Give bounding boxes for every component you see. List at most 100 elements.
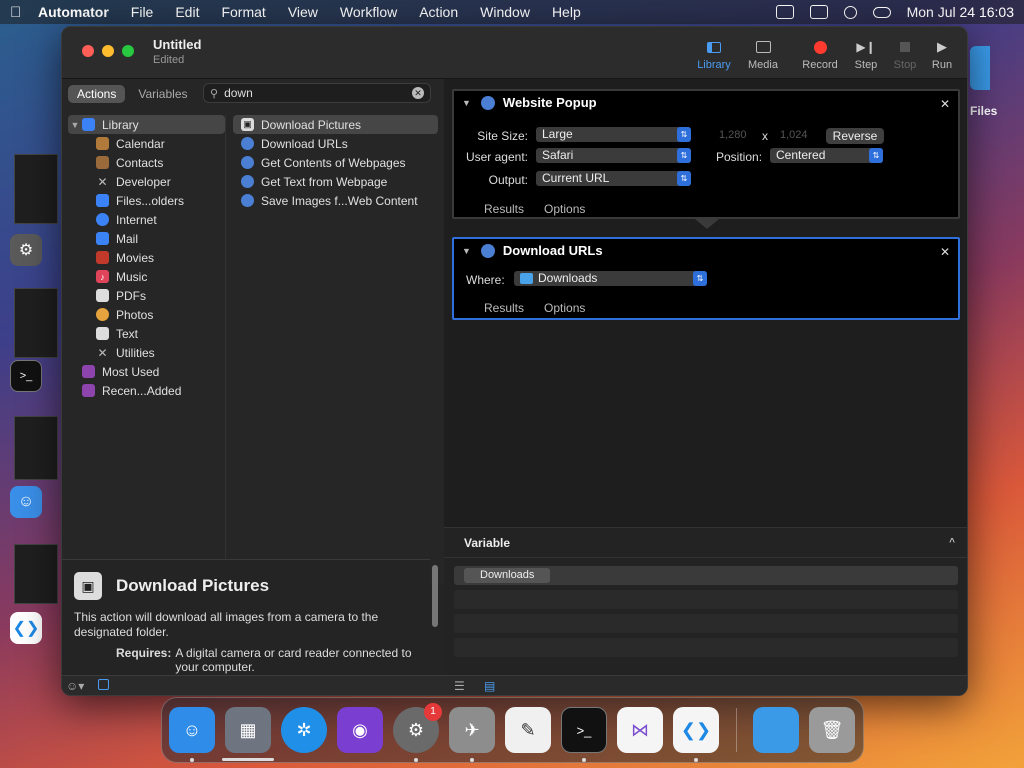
terminal-dock-icon[interactable]: >_ <box>561 707 607 753</box>
collapse-chevron-icon[interactable]: ▼ <box>462 246 471 256</box>
desktop-window-thumbnail[interactable] <box>14 154 58 224</box>
search-input[interactable]: ⚲ down ✕ <box>203 83 431 103</box>
results-tab[interactable]: Results <box>484 202 524 216</box>
automator-dock-icon[interactable]: ✈ <box>449 707 495 753</box>
desktop-window-thumbnail[interactable] <box>14 416 58 480</box>
minimize-window-button[interactable] <box>102 45 114 57</box>
category-item-internet[interactable]: Internet <box>68 210 225 229</box>
movies-icon <box>96 251 109 264</box>
action-item-get-text-from-webpage[interactable]: Get Text from Webpage <box>233 172 438 191</box>
show-description-icon[interactable] <box>98 679 109 690</box>
desktop-window-thumbnail[interactable] <box>14 288 58 358</box>
menu-edit[interactable]: Edit <box>175 4 199 20</box>
terminal-desktop-icon[interactable]: >_ <box>10 360 42 392</box>
menu-view[interactable]: View <box>288 4 318 20</box>
action-item-download-pictures[interactable]: ▣ Download Pictures <box>233 115 438 134</box>
category-item-developer[interactable]: ✕ Developer <box>68 172 225 191</box>
remove-action-icon[interactable]: ✕ <box>940 97 950 111</box>
menu-window[interactable]: Window <box>480 4 530 20</box>
category-item-files-folders[interactable]: Files...olders <box>68 191 225 210</box>
close-window-button[interactable] <box>82 45 94 57</box>
tab-variables[interactable]: Variables <box>129 85 196 103</box>
menu-help[interactable]: Help <box>552 4 581 20</box>
position-popup[interactable]: Centered ⇅ <box>770 148 883 163</box>
category-item-text[interactable]: Text <box>68 324 225 343</box>
control-center-icon[interactable] <box>872 6 891 18</box>
screen-mirroring-icon[interactable] <box>809 5 828 19</box>
run-toolbar-button[interactable]: ▶ Run <box>917 37 967 71</box>
menubar-clock[interactable]: Mon Jul 24 16:03 <box>907 4 1014 20</box>
library-toolbar-button[interactable]: Library <box>689 37 739 71</box>
action-item-get-contents-of-webpages[interactable]: Get Contents of Webpages <box>233 153 438 172</box>
clear-search-icon[interactable]: ✕ <box>412 87 424 99</box>
launchpad-dock-icon[interactable]: ▦ <box>225 707 271 753</box>
podcasts-dock-icon[interactable]: ◉ <box>337 707 383 753</box>
category-item-utilities[interactable]: ✕ Utilities <box>68 343 225 362</box>
folder-dock-icon[interactable] <box>753 707 799 753</box>
site-size-popup[interactable]: Large ⇅ <box>536 127 691 142</box>
category-item-music[interactable]: ♪ Music <box>68 267 225 286</box>
width-field[interactable]: 1,280 <box>719 129 747 141</box>
website-popup-action[interactable]: ▼ Website Popup ✕ Site Size: Large ⇅ 1,2… <box>452 89 960 219</box>
list-view-icon[interactable]: ☰ <box>454 679 465 693</box>
notification-badge: 1 <box>424 703 442 721</box>
action-item-download-urls[interactable]: Download URLs <box>233 134 438 153</box>
remove-action-icon[interactable]: ✕ <box>940 245 950 259</box>
user-agent-popup[interactable]: Safari ⇅ <box>536 148 691 163</box>
download-urls-action[interactable]: ▼ Download URLs ✕ Where: Downloads ⇅ Res… <box>452 237 960 320</box>
action-menu-icon[interactable]: ☺▾ <box>66 679 84 693</box>
output-popup[interactable]: Current URL ⇅ <box>536 171 691 186</box>
flow-view-icon[interactable]: ▤ <box>484 679 495 693</box>
desktop-window-thumbnail[interactable] <box>14 544 58 604</box>
visual-studio-dock-icon[interactable]: ⋈ <box>617 707 663 753</box>
collapse-chevron-icon[interactable]: ▼ <box>462 98 471 108</box>
vscode-dock-icon[interactable]: ❮❯ <box>673 707 719 753</box>
menu-workflow[interactable]: Workflow <box>340 4 397 20</box>
results-tab[interactable]: Results <box>484 301 524 315</box>
variable-token[interactable]: Downloads <box>464 568 551 583</box>
files-folder-label[interactable]: Files <box>970 104 997 118</box>
options-tab[interactable]: Options <box>544 301 585 315</box>
description-scrollbar[interactable] <box>432 565 438 627</box>
action-item-save-images[interactable]: Save Images f...Web Content <box>233 191 438 210</box>
trash-dock-icon[interactable]: 🗑 <box>809 707 855 753</box>
sidebar-toggle-icon[interactable] <box>775 5 794 19</box>
menu-file[interactable]: File <box>131 4 154 20</box>
height-field[interactable]: 1,024 <box>780 129 808 141</box>
menu-app-name[interactable]: Automator <box>38 4 109 20</box>
media-toolbar-button[interactable]: Media <box>738 37 788 71</box>
spotlight-search-icon[interactable] <box>843 5 857 19</box>
reverse-button[interactable]: Reverse <box>826 128 884 144</box>
textedit-dock-icon[interactable]: ✎ <box>505 707 551 753</box>
tab-actions[interactable]: Actions <box>68 85 126 103</box>
camera-icon: ▣ <box>241 118 254 131</box>
category-item-most-used[interactable]: Most Used <box>68 362 225 381</box>
menu-action[interactable]: Action <box>419 4 458 20</box>
menu-format[interactable]: Format <box>221 4 265 20</box>
category-item-mail[interactable]: Mail <box>68 229 225 248</box>
category-item-photos[interactable]: Photos <box>68 305 225 324</box>
category-item-calendar[interactable]: Calendar <box>68 134 225 153</box>
where-popup[interactable]: Downloads ⇅ <box>514 271 707 286</box>
category-item-library[interactable]: ▼ Library <box>68 115 225 134</box>
zoom-window-button[interactable] <box>122 45 134 57</box>
search-value[interactable]: down <box>224 86 253 100</box>
category-item-movies[interactable]: Movies <box>68 248 225 267</box>
options-tab[interactable]: Options <box>544 202 585 216</box>
category-item-contacts[interactable]: Contacts <box>68 153 225 172</box>
record-toolbar-button[interactable]: Record <box>795 37 845 71</box>
variable-row[interactable]: Downloads <box>454 566 958 585</box>
chevron-up-icon[interactable]: ^ <box>949 537 955 548</box>
disclosure-triangle-icon[interactable]: ▼ <box>68 120 82 130</box>
finder-dock-icon[interactable]: ☺ <box>169 707 215 753</box>
category-item-pdfs[interactable]: PDFs <box>68 286 225 305</box>
files-folder-icon[interactable] <box>970 46 990 90</box>
apple-menu-icon[interactable]:  <box>10 4 38 21</box>
vscode-desktop-icon[interactable]: ❮❯ <box>10 612 42 644</box>
finder-desktop-icon[interactable]: ☺ <box>10 486 42 518</box>
variable-column-header[interactable]: Variable <box>464 536 510 550</box>
category-item-recently-added[interactable]: Recen...Added <box>68 381 225 400</box>
requires-text: A digital camera or card reader connecte… <box>175 646 412 674</box>
safari-dock-icon[interactable]: ✲ <box>281 707 327 753</box>
system-settings-desktop-icon[interactable]: ⚙ <box>10 234 42 266</box>
